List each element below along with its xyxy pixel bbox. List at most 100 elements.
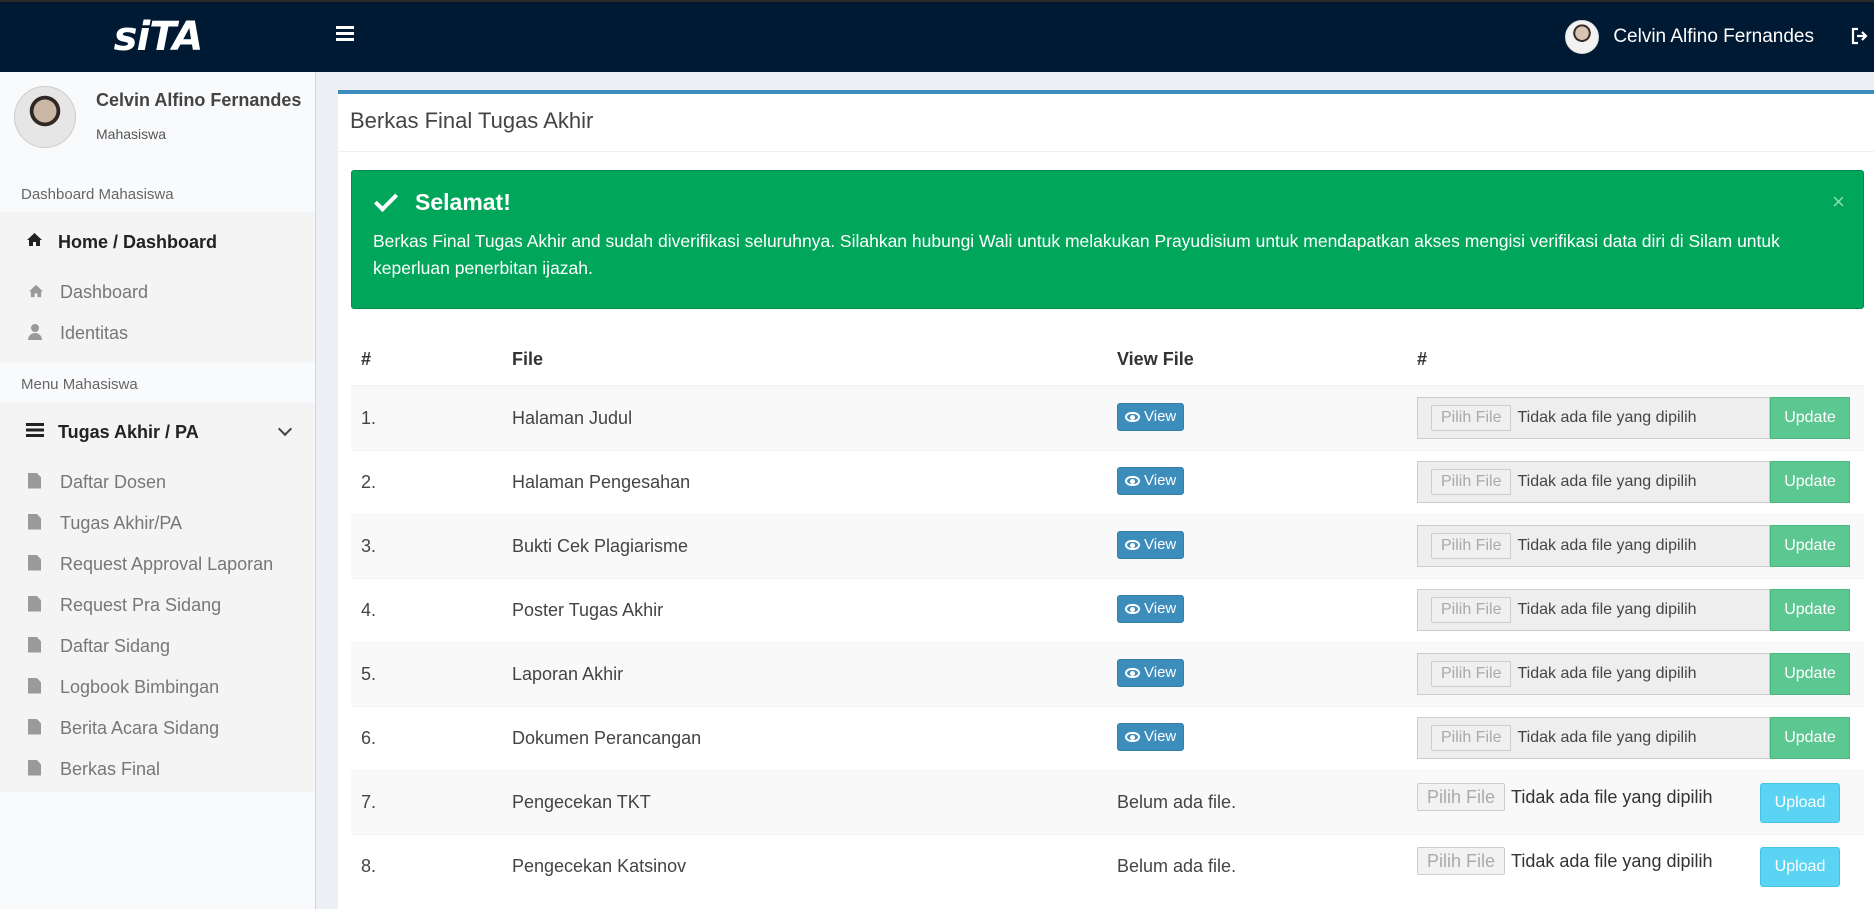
file-input[interactable]: Pilih File Tidak ada file yang dipilih xyxy=(1417,397,1770,440)
sidebar-item-request-approval[interactable]: Request Approval Laporan xyxy=(0,544,315,585)
view-button[interactable]: View xyxy=(1117,530,1185,559)
home-icon xyxy=(26,232,44,252)
update-button[interactable]: Update xyxy=(1770,397,1850,440)
eye-icon xyxy=(1125,411,1140,422)
file-status-text: Tidak ada file yang dipilih xyxy=(1517,601,1697,618)
choose-file-button[interactable]: Pilih File xyxy=(1431,725,1512,751)
eye-icon xyxy=(1125,475,1140,486)
choose-file-button[interactable]: Pilih File xyxy=(1431,597,1512,623)
action-cell: Pilih File Tidak ada file yang dipilih U… xyxy=(1407,449,1864,514)
sidebar-item-identitas[interactable]: Identitas xyxy=(0,313,315,354)
sidebar-item-berkas-final[interactable]: Berkas Final xyxy=(0,749,315,790)
eye-icon xyxy=(1125,667,1140,678)
table-row: 1. Halaman Judul View Pilih File Tidak a… xyxy=(351,385,1864,450)
sidebar-item-label: Tugas Akhir/PA xyxy=(60,513,183,533)
avatar xyxy=(1565,20,1600,54)
view-button[interactable]: View xyxy=(1117,722,1185,751)
file-input[interactable]: Pilih File Tidak ada file yang dipilih xyxy=(1417,653,1770,695)
file-status-text: Tidak ada file yang dipilih xyxy=(1517,729,1697,746)
content-box: Berkas Final Tugas Akhir Selamat! Berkas… xyxy=(338,90,1874,909)
view-button[interactable]: View xyxy=(1117,594,1185,623)
file-input[interactable]: Pilih File Tidak ada file yang dipilih xyxy=(1417,525,1770,567)
sidebar-item-label: Home / Dashboard xyxy=(58,231,218,252)
update-button[interactable]: Update xyxy=(1770,589,1850,631)
file-status-text: Tidak ada file yang dipilih xyxy=(1517,473,1697,490)
view-button[interactable]: View xyxy=(1117,466,1185,495)
logout-icon[interactable] xyxy=(1850,26,1870,46)
update-button[interactable]: Update xyxy=(1770,525,1850,567)
list-icon xyxy=(26,422,44,442)
sidebar-item-tugas-akhir[interactable]: Tugas Akhir/PA xyxy=(0,503,315,544)
choose-file-button[interactable]: Pilih File xyxy=(1431,469,1512,495)
file-name: Halaman Pengesahan xyxy=(502,449,1107,514)
app-logo[interactable]: siTA xyxy=(0,2,316,72)
sidebar-item-tugas-akhir-pa[interactable]: Tugas Akhir / PA xyxy=(0,402,315,462)
eye-icon xyxy=(1125,539,1140,550)
sidebar-item-request-pra-sidang[interactable]: Request Pra Sidang xyxy=(0,585,315,626)
file-icon xyxy=(28,677,44,698)
upload-button[interactable]: Upload xyxy=(1760,782,1840,823)
action-cell: Pilih File Tidak ada file yang dipilih U… xyxy=(1407,833,1864,898)
file-icon xyxy=(28,554,44,575)
choose-file-button[interactable]: Pilih File xyxy=(1417,847,1506,876)
file-input[interactable]: Pilih File Tidak ada file yang dipilih xyxy=(1417,717,1770,759)
view-button[interactable]: View xyxy=(1117,402,1185,431)
no-file-text: Belum ada file. xyxy=(1117,855,1237,876)
table-row: 6. Dokumen Perancangan View Pilih File T… xyxy=(351,705,1864,770)
user-menu[interactable]: Celvin Alfino Fernandes xyxy=(1565,20,1814,54)
alert-heading: Selamat! xyxy=(373,187,1842,216)
sidebar-item-label: Berita Acara Sidang xyxy=(60,718,220,738)
file-name: Pengecekan TKT xyxy=(502,769,1107,834)
row-number: 8. xyxy=(351,833,502,898)
view-file-cell: View xyxy=(1107,577,1407,642)
sidebar-item-daftar-sidang[interactable]: Daftar Sidang xyxy=(0,626,315,667)
sidebar-item-label: Request Pra Sidang xyxy=(60,595,222,615)
menu-group-home: Home / Dashboard Dashboard Identitas xyxy=(0,212,315,362)
update-form: Pilih File Tidak ada file yang dipilih U… xyxy=(1417,717,1854,759)
file-status-text: Tidak ada file yang dipilih xyxy=(1517,537,1697,554)
file-name: Halaman Judul xyxy=(502,385,1107,450)
action-cell: Pilih File Tidak ada file yang dipilih U… xyxy=(1407,769,1864,834)
row-number: 1. xyxy=(351,385,502,450)
view-button-label: View xyxy=(1144,472,1177,489)
success-alert: Selamat! Berkas Final Tugas Akhir and su… xyxy=(351,170,1864,309)
sidebar-item-logbook[interactable]: Logbook Bimbingan xyxy=(0,667,315,708)
menu-group-tugas-akhir: Tugas Akhir / PA Daftar Dosen Tugas Akhi… xyxy=(0,402,315,792)
user-name: Celvin Alfino Fernandes xyxy=(1613,26,1814,47)
update-button[interactable]: Update xyxy=(1770,653,1850,695)
upload-button[interactable]: Upload xyxy=(1760,846,1840,887)
choose-file-button[interactable]: Pilih File xyxy=(1431,405,1512,432)
sidebar-item-daftar-dosen[interactable]: Daftar Dosen xyxy=(0,462,315,503)
file-input[interactable]: Pilih File Tidak ada file yang dipilih xyxy=(1417,589,1770,631)
sidebar-item-label: Daftar Sidang xyxy=(60,636,171,656)
sidebar-item-berita-acara[interactable]: Berita Acara Sidang xyxy=(0,708,315,749)
sidebar-item-label: Logbook Bimbingan xyxy=(60,677,220,697)
action-cell: Pilih File Tidak ada file yang dipilih U… xyxy=(1407,641,1864,706)
sidebar-item-dashboard[interactable]: Dashboard xyxy=(0,272,315,313)
file-name: Bukti Cek Plagiarisme xyxy=(502,513,1107,578)
view-button[interactable]: View xyxy=(1117,658,1185,687)
view-file-cell: View xyxy=(1107,385,1407,450)
sidebar-user-role: Mahasiswa xyxy=(96,126,167,142)
eye-icon xyxy=(1125,731,1140,742)
file-input[interactable]: Pilih File Tidak ada file yang dipilih xyxy=(1417,461,1770,503)
choose-file-button[interactable]: Pilih File xyxy=(1431,661,1512,687)
alert-heading-text: Selamat! xyxy=(415,189,511,215)
choose-file-button[interactable]: Pilih File xyxy=(1431,533,1512,559)
menu-toggle-icon[interactable] xyxy=(336,26,354,42)
close-icon[interactable]: × xyxy=(1832,189,1845,215)
sidebar-item-label: Request Approval Laporan xyxy=(60,554,274,574)
table-row: 7. Pengecekan TKT Belum ada file. Pilih … xyxy=(351,769,1864,834)
table-row: 5. Laporan Akhir View Pilih File Tidak a… xyxy=(351,641,1864,706)
home-icon xyxy=(28,284,44,302)
file-icon xyxy=(28,718,44,739)
update-button[interactable]: Update xyxy=(1770,717,1850,759)
file-status-text: Tidak ada file yang dipilih xyxy=(1511,786,1713,807)
file-icon xyxy=(28,472,44,493)
choose-file-button[interactable]: Pilih File xyxy=(1417,783,1506,811)
update-form: Pilih File Tidak ada file yang dipilih U… xyxy=(1417,525,1854,567)
update-button[interactable]: Update xyxy=(1770,461,1850,503)
sidebar-item-home-dashboard[interactable]: Home / Dashboard xyxy=(0,212,315,272)
update-form: Pilih File Tidak ada file yang dipilih U… xyxy=(1417,589,1854,631)
view-button-label: View xyxy=(1144,664,1177,681)
